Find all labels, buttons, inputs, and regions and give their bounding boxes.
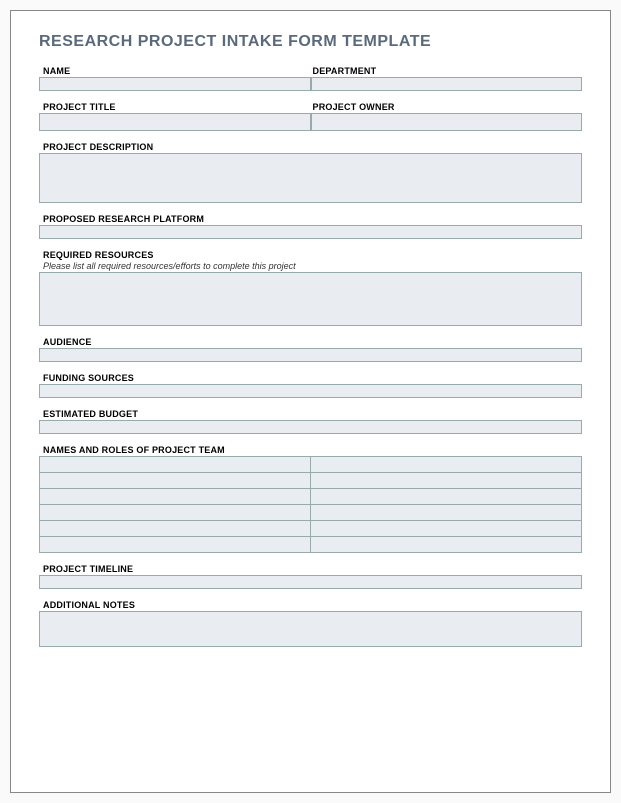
project-timeline-label: PROJECT TIMELINE [39, 563, 582, 575]
team-name-cell[interactable] [40, 505, 311, 521]
section-research-platform: PROPOSED RESEARCH PLATFORM [39, 213, 582, 239]
team-name-cell[interactable] [40, 537, 311, 553]
team-role-cell[interactable] [311, 505, 582, 521]
col-project-owner: PROJECT OWNER [311, 101, 583, 131]
project-owner-input[interactable] [311, 113, 583, 131]
estimated-budget-label: ESTIMATED BUDGET [39, 408, 582, 420]
required-resources-label: REQUIRED RESOURCES [39, 249, 582, 261]
section-required-resources: REQUIRED RESOURCES Please list all requi… [39, 249, 582, 326]
section-audience: AUDIENCE [39, 336, 582, 362]
project-description-label: PROJECT DESCRIPTION [39, 141, 582, 153]
team-label: NAMES AND ROLES OF PROJECT TEAM [39, 444, 582, 456]
form-page: RESEARCH PROJECT INTAKE FORM TEMPLATE NA… [10, 10, 611, 793]
department-label: DEPARTMENT [311, 65, 583, 77]
table-row [40, 489, 582, 505]
team-role-cell[interactable] [311, 521, 582, 537]
research-platform-label: PROPOSED RESEARCH PLATFORM [39, 213, 582, 225]
team-role-cell[interactable] [311, 457, 582, 473]
audience-input[interactable] [39, 348, 582, 362]
name-label: NAME [39, 65, 311, 77]
table-row [40, 473, 582, 489]
table-row [40, 537, 582, 553]
page-title: RESEARCH PROJECT INTAKE FORM TEMPLATE [39, 33, 582, 51]
table-row [40, 505, 582, 521]
team-role-cell[interactable] [311, 473, 582, 489]
project-description-input[interactable] [39, 153, 582, 203]
section-funding-sources: FUNDING SOURCES [39, 372, 582, 398]
team-name-cell[interactable] [40, 489, 311, 505]
name-input[interactable] [39, 77, 311, 91]
row-name-department: NAME DEPARTMENT [39, 65, 582, 91]
col-name: NAME [39, 65, 311, 91]
section-estimated-budget: ESTIMATED BUDGET [39, 408, 582, 434]
team-name-cell[interactable] [40, 473, 311, 489]
research-platform-input[interactable] [39, 225, 582, 239]
col-department: DEPARTMENT [311, 65, 583, 91]
estimated-budget-input[interactable] [39, 420, 582, 434]
col-project-title: PROJECT TITLE [39, 101, 311, 131]
additional-notes-input[interactable] [39, 611, 582, 647]
required-resources-input[interactable] [39, 272, 582, 326]
project-owner-label: PROJECT OWNER [311, 101, 583, 113]
section-team: NAMES AND ROLES OF PROJECT TEAM [39, 444, 582, 553]
team-role-cell[interactable] [311, 489, 582, 505]
table-row [40, 457, 582, 473]
required-resources-helper: Please list all required resources/effor… [39, 261, 582, 272]
project-title-label: PROJECT TITLE [39, 101, 311, 113]
team-role-cell[interactable] [311, 537, 582, 553]
team-name-cell[interactable] [40, 521, 311, 537]
project-timeline-input[interactable] [39, 575, 582, 589]
team-table [39, 456, 582, 553]
project-title-input[interactable] [39, 113, 311, 131]
audience-label: AUDIENCE [39, 336, 582, 348]
team-name-cell[interactable] [40, 457, 311, 473]
funding-sources-input[interactable] [39, 384, 582, 398]
section-additional-notes: ADDITIONAL NOTES [39, 599, 582, 647]
additional-notes-label: ADDITIONAL NOTES [39, 599, 582, 611]
row-title-owner: PROJECT TITLE PROJECT OWNER [39, 101, 582, 131]
section-project-timeline: PROJECT TIMELINE [39, 563, 582, 589]
funding-sources-label: FUNDING SOURCES [39, 372, 582, 384]
table-row [40, 521, 582, 537]
department-input[interactable] [311, 77, 583, 91]
section-project-description: PROJECT DESCRIPTION [39, 141, 582, 203]
